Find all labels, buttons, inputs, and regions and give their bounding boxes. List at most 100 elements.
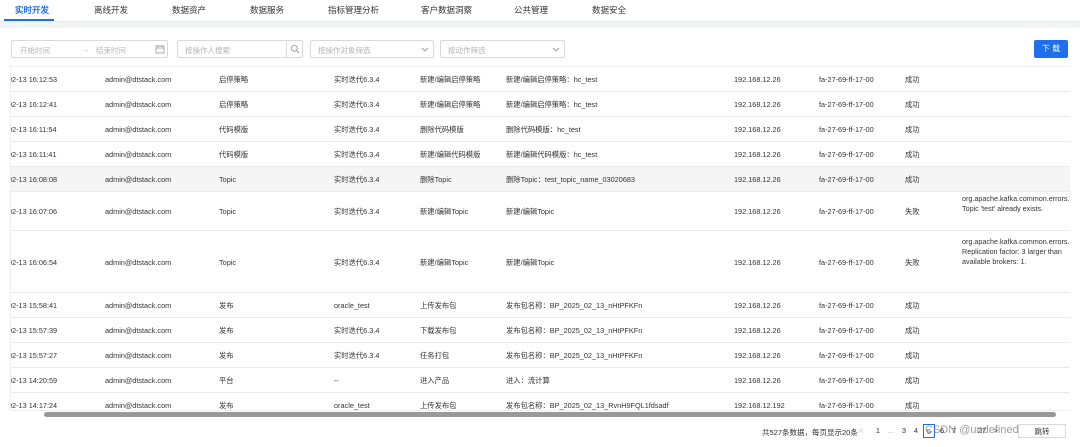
cell-object: 发布: [219, 351, 234, 360]
cell-time: 02-13 15:57:27: [10, 351, 58, 360]
watermark: CSDN @undefined: [925, 424, 1019, 436]
cell-time: 02-13 16:07:06: [10, 207, 58, 216]
search-icon[interactable]: [290, 44, 300, 56]
table-row: 02-13 15:58:41 admin@dtstack.com 发布 oracle_…: [11, 293, 1070, 318]
cell-time: 02-13 16:12:53: [10, 75, 58, 84]
cell-status: 成功: [905, 100, 920, 109]
cell-mac: fa-27-69-ff-17-00: [819, 326, 874, 335]
pagination-total: 共527条数据，每页显示20条: [762, 428, 858, 437]
table-row: 02-13 14:17:24 admin@dtstack.com 发布 oracle_…: [10, 393, 1070, 410]
cell-operator: admin@dtstack.com: [105, 175, 172, 184]
cell-time: 02-13 16:12:41: [10, 100, 58, 109]
table-row: 02-13 16:12:41 admin@dtstack.com 启停策略 实时迭代6…: [11, 92, 1070, 117]
start-time-placeholder: 开始时间: [20, 46, 50, 55]
top-nav: 实时开发 离线开发 数据资产 数据服务 指标管理分析 客户数据洞察 公共管理 数…: [0, 0, 1080, 22]
calendar-icon: [155, 44, 165, 56]
page-3[interactable]: 3: [899, 424, 909, 438]
table-row: 02-13 16:07:06 admin@dtstack.com Topic 实时迭代…: [11, 192, 1070, 231]
cell-action: 新建/编辑Topic: [420, 207, 469, 216]
cell-detail: 删除代码模版：hc_test: [506, 125, 581, 134]
cell-status: 成功: [905, 75, 920, 84]
cell-detail: 发布包名称：BP_2025_02_13_nHtPFKFn: [506, 326, 643, 335]
page-ellipsis-left[interactable]: ...: [885, 424, 897, 438]
cell-object: Topic: [219, 175, 237, 184]
date-range-picker[interactable]: 开始时间 → 结束时间: [11, 40, 168, 58]
cell-detail: 新建/编辑启停策略：hc_test: [506, 100, 598, 109]
prev-page-button[interactable]: <: [856, 424, 866, 438]
cell-ip: 192.168.12.26: [734, 207, 781, 216]
cell-detail: 发布包名称：BP_2025_02_13_nHtPFKFn: [506, 351, 643, 360]
cell-status: 成功: [905, 326, 920, 335]
cell-object: 平台: [219, 376, 234, 385]
cell-operator: admin@dtstack.com: [105, 150, 172, 159]
table-row: 02-13 16:11:54 admin@dtstack.com 代码模版 实时迭代6…: [11, 117, 1070, 142]
cell-detail: 发布包名称：BP_2025_02_13_nHtPFKFn: [506, 301, 643, 310]
cell-time: 02-13 16:08:08: [10, 175, 58, 184]
table-row: 02-13 16:11:41 admin@dtstack.com 代码模版 实时迭代6…: [11, 142, 1070, 167]
cell-action: 上传发布包: [420, 401, 457, 410]
cell-object: Topic: [219, 207, 237, 216]
cell-object: 启停策略: [219, 75, 249, 84]
cell-status: 成功: [905, 351, 920, 360]
operation-log-table: 02-13 16:12:53 admin@dtstack.com 启停策略 实时迭代6…: [10, 66, 1070, 411]
horizontal-scrollbar[interactable]: [44, 412, 1056, 417]
cell-time: 02-13 16:11:41: [10, 150, 57, 159]
cell-ip: 192.168.12.26: [734, 125, 781, 134]
cell-time: 02-13 15:58:41: [10, 301, 58, 310]
end-time-placeholder: 结束时间: [96, 46, 126, 55]
action-filter-select[interactable]: 按动作筛选: [440, 40, 565, 58]
table-row: 02-13 16:12:53 admin@dtstack.com 启停策略 实时迭代6…: [11, 67, 1070, 92]
page-4[interactable]: 4: [911, 424, 921, 438]
cell-project: 实时迭代6.3.4: [334, 351, 380, 360]
cell-object: 启停策略: [219, 100, 249, 109]
page-jump-input[interactable]: 跳转: [1018, 424, 1066, 438]
action-filter-placeholder: 按动作筛选: [448, 46, 486, 55]
page-1[interactable]: 1: [873, 424, 883, 438]
cell-status: 成功: [905, 401, 920, 410]
cell-time: 02-13 15:57:39: [10, 326, 58, 335]
cell-ip: 192.168.12.26: [734, 150, 781, 159]
tab-metric-analysis[interactable]: 指标管理分析: [328, 0, 379, 22]
object-filter-select[interactable]: 按操作对象筛选: [310, 40, 434, 58]
cell-operator: admin@dtstack.com: [105, 100, 172, 109]
table-row: 02-13 16:08:08 admin@dtstack.com Topic 实时迭代…: [11, 167, 1070, 192]
table-row: 02-13 15:57:27 admin@dtstack.com 发布 实时迭代6.3…: [11, 343, 1070, 368]
cell-project: 实时迭代6.3.4: [334, 75, 380, 84]
cell-status: 成功: [905, 125, 920, 134]
operator-search-input[interactable]: 按操作人搜索: [177, 40, 303, 58]
cell-ip: 192.168.12.26: [734, 326, 781, 335]
cell-mac: fa-27-69-ff-17-00: [819, 75, 874, 84]
cell-project: oracle_test: [334, 301, 370, 310]
cell-time: 02-13 16:06:54: [10, 257, 58, 267]
tab-customer-insight[interactable]: 客户数据洞察: [421, 0, 472, 22]
cell-object: 发布: [219, 326, 234, 335]
cell-time: 02-13 16:11:54: [10, 125, 57, 134]
tab-data-assets[interactable]: 数据资产: [172, 0, 206, 22]
cell-detail: 发布包名称：BP_2025_02_13_RvnH9FQL1fdsadf: [506, 401, 669, 410]
cell-mac: fa-27-69-ff-17-00: [819, 301, 874, 310]
tab-public-admin[interactable]: 公共管理: [514, 0, 548, 22]
cell-detail: 新建/编辑启停策略：hc_test: [506, 75, 598, 84]
chevron-down-icon: [552, 44, 560, 56]
tab-data-service[interactable]: 数据服务: [250, 0, 284, 22]
cell-object: Topic: [219, 257, 237, 267]
cell-detail: 进入：流计算: [506, 376, 550, 385]
cell-ip: 192.168.12.26: [734, 351, 781, 360]
cell-error: org.apache.kafka.common.errors.TopicExis…: [962, 194, 1070, 213]
cell-project: oracle_test: [334, 401, 370, 410]
cell-status: 失败: [905, 257, 920, 267]
cell-project: 实时迭代6.3.4: [334, 326, 380, 335]
cell-ip: 192.168.12.192: [734, 401, 785, 410]
download-button[interactable]: 下 载: [1034, 40, 1068, 58]
cell-operator: admin@dtstack.com: [105, 207, 172, 216]
tab-data-security[interactable]: 数据安全: [592, 0, 626, 22]
cell-status: 成功: [905, 150, 920, 159]
cell-action: 下载发布包: [420, 326, 457, 335]
table-row: 02-13 14:20:59 admin@dtstack.com 平台 -- 进入产品 进…: [11, 368, 1070, 393]
cell-error: org.apache.kafka.common.errors.InvalidRe…: [962, 237, 1070, 266]
range-arrow-icon: →: [82, 45, 90, 54]
cell-operator: admin@dtstack.com: [105, 75, 172, 84]
tab-offline-dev[interactable]: 离线开发: [94, 0, 128, 22]
search-divider: [286, 41, 287, 57]
cell-time: 02-13 14:17:24: [10, 401, 58, 410]
